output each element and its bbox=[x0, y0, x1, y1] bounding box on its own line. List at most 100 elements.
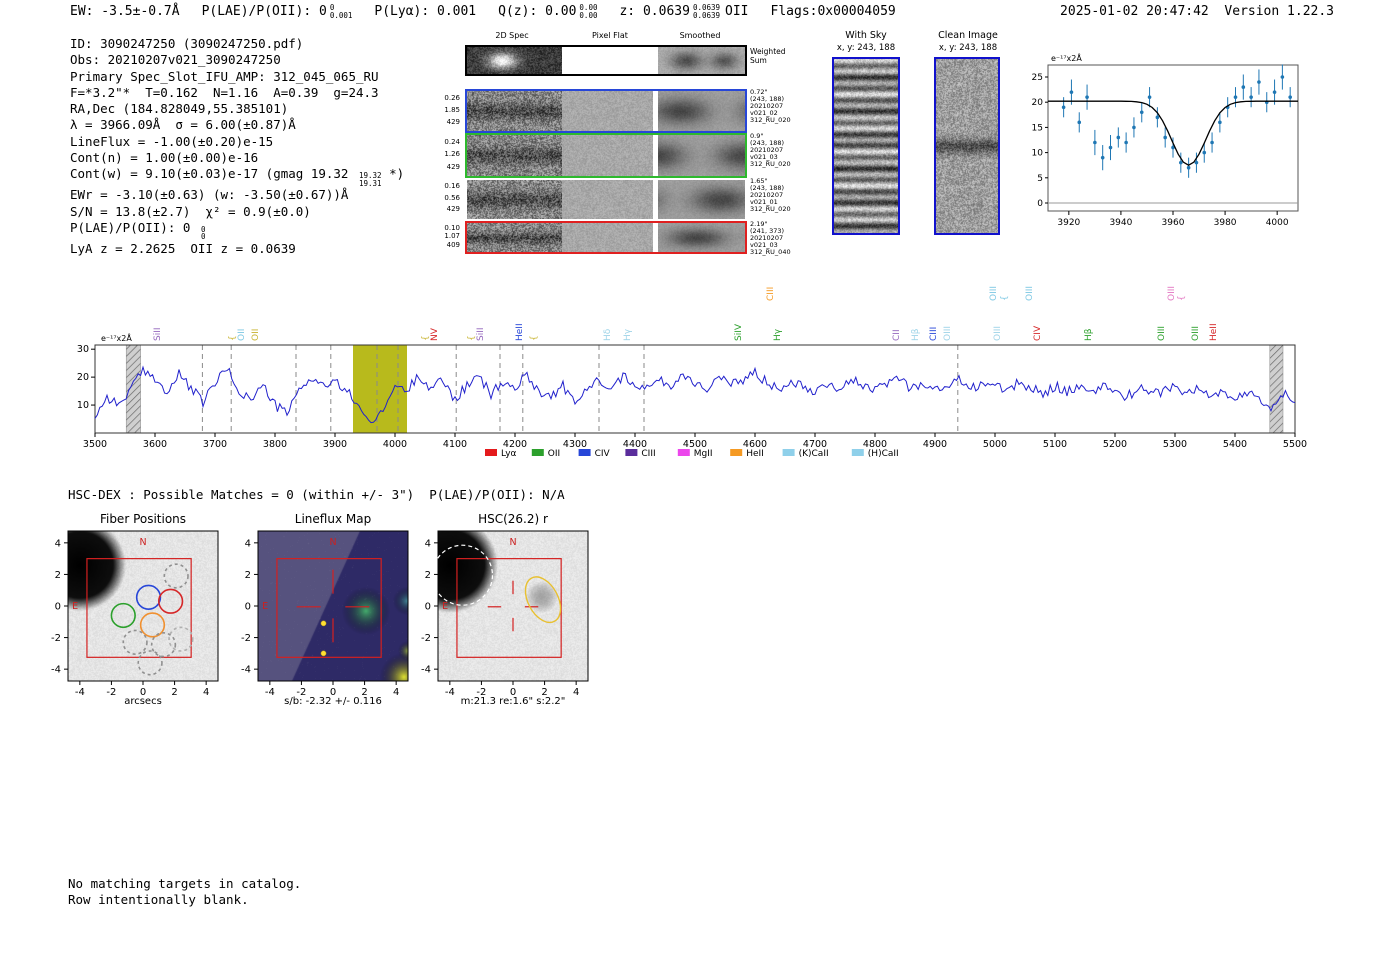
scale-value: 0.16 bbox=[444, 182, 460, 190]
axis-label: -4 bbox=[51, 665, 61, 676]
legend-swatch bbox=[677, 449, 690, 456]
pixelflat-image bbox=[562, 223, 653, 252]
axis-label: 2 bbox=[425, 570, 431, 581]
plae-errors: 0 0.001 bbox=[329, 3, 353, 20]
spectral-line-label: { bbox=[1000, 295, 1010, 301]
spectral-line-label: OII bbox=[237, 329, 247, 341]
east-marker: E bbox=[262, 601, 268, 612]
spectral-line-label: Hδ bbox=[603, 328, 613, 341]
detection-info-block: ID: 3090247250 (3090247250.pdf) Obs: 2021… bbox=[70, 36, 404, 257]
spectral-line-label: Hβ bbox=[1084, 328, 1094, 341]
spectral-line-label: { bbox=[1177, 295, 1187, 301]
spec2d-row bbox=[465, 178, 747, 221]
scale-value: 1.07 bbox=[444, 232, 460, 241]
bad-sky-hatch-region bbox=[1269, 344, 1284, 434]
fiber-circle bbox=[139, 612, 166, 638]
aperture-box bbox=[456, 558, 562, 658]
axis-label: 5000 bbox=[983, 439, 1007, 450]
hsc-panel-caption: m:21.3 re:1.6" s:2.2" bbox=[460, 696, 566, 707]
spec2d-row-annotation: 0.9" (243, 188) 20210207 v021_03 312_RU_… bbox=[750, 132, 791, 168]
legend-label: Lyα bbox=[501, 449, 517, 459]
data-point bbox=[1139, 110, 1144, 115]
axis-label: 3920 bbox=[1057, 218, 1080, 228]
east-marker: E bbox=[442, 601, 448, 612]
fiber-circle bbox=[110, 602, 136, 629]
axis-label: 4000 bbox=[1266, 218, 1289, 228]
axis-label: 5500 bbox=[1283, 439, 1307, 450]
scale-value: 0.26 bbox=[444, 94, 460, 102]
col-title-smoothed: Smoothed bbox=[679, 31, 721, 40]
axis-label: 5400 bbox=[1223, 439, 1247, 450]
data-point bbox=[1085, 95, 1089, 99]
fiber-circle bbox=[168, 626, 194, 652]
north-marker: N bbox=[139, 537, 146, 548]
legend-swatch bbox=[485, 449, 497, 456]
smoothed-image bbox=[658, 47, 745, 74]
info-line: Obs: 20210207v021_3090247250 bbox=[70, 52, 281, 68]
axis-label: 4 bbox=[245, 538, 251, 549]
spectral-line-label: { bbox=[530, 335, 540, 341]
data-point bbox=[1124, 140, 1128, 145]
extraction-dashed-circle bbox=[431, 544, 494, 606]
legend-label: HeII bbox=[746, 449, 764, 459]
spec2d-sum-row bbox=[465, 45, 747, 76]
clean-image-frame bbox=[934, 57, 1000, 235]
spectral-line-label: OII bbox=[251, 329, 261, 341]
scale-value: 429 bbox=[446, 205, 460, 214]
axis-label: 30 bbox=[77, 344, 89, 355]
lineflux-panel-caption: s/b: -2.32 +/- 0.116 bbox=[284, 696, 382, 707]
data-point bbox=[1249, 95, 1253, 99]
data-point bbox=[1163, 135, 1167, 140]
axis-label: 5300 bbox=[1163, 439, 1187, 450]
axis-label: -4 bbox=[421, 665, 431, 676]
legend-swatch bbox=[625, 449, 638, 456]
scale-value: 429 bbox=[446, 162, 460, 171]
aperture-box bbox=[86, 558, 192, 658]
spectral-line-label: OIII bbox=[943, 326, 953, 341]
elixer-report-page: EW: -3.5±-0.7Å P(LAE)/P(OII): 0 0 0.001 P… bbox=[0, 0, 1400, 953]
spec2d-row-scale-labels: 0.16 0.56 429 bbox=[430, 181, 460, 216]
spectral-line-label: SiII bbox=[476, 327, 486, 341]
data-point bbox=[1233, 95, 1238, 99]
info-line-text: P(LAE)/P(OII): 0 bbox=[70, 219, 198, 235]
legend-label: MgII bbox=[694, 449, 713, 459]
spec2d-row-scale-labels: 0.24 1.26 429 bbox=[430, 136, 460, 173]
axis-label: 4100 bbox=[443, 439, 467, 450]
spectral-line-label: HeII bbox=[1209, 323, 1219, 341]
qz-value: Q(z): 0.00 0.00 0.00 bbox=[498, 3, 598, 20]
full-spectrum-plot: 1020303500 3600 3700 3800 3900 4000 4100 4200 43… bbox=[77, 286, 1307, 459]
spec2d-row-annotation: 2.19" (241, 373) 20210207 v021_03 312_RU… bbox=[750, 220, 791, 256]
panel-frame bbox=[67, 530, 219, 682]
axis-label: 4300 bbox=[563, 439, 587, 450]
scale-value: 0.10 bbox=[444, 224, 460, 232]
spectral-line-label: CIII bbox=[929, 327, 939, 341]
pixelflat-image bbox=[562, 180, 653, 219]
data-point bbox=[1186, 165, 1191, 170]
data-point bbox=[1116, 135, 1121, 140]
north-marker: N bbox=[329, 537, 336, 548]
spectral-line-label: OIII bbox=[1157, 326, 1167, 341]
spectral-line-label: OIII bbox=[1191, 326, 1201, 341]
axis-label: -2 bbox=[241, 633, 251, 644]
zoom-data-points bbox=[1061, 64, 1292, 178]
scale-value: 1.26 bbox=[444, 150, 460, 159]
scale-value: 409 bbox=[446, 240, 460, 249]
spec2d-row bbox=[465, 89, 747, 133]
legend-swatch bbox=[851, 449, 864, 456]
data-point bbox=[1272, 90, 1277, 94]
smoothed-image bbox=[658, 91, 745, 131]
spectral-line-label: Hβ bbox=[911, 328, 921, 341]
smoothed-image bbox=[658, 223, 745, 252]
fiber-panel-xlabel: arcsecs bbox=[124, 696, 162, 707]
legend-label: (K)CaII bbox=[799, 449, 829, 459]
pixelflat-image bbox=[562, 91, 653, 131]
plae-poii-value: P(LAE)/P(OII): 0 0 0.001 bbox=[201, 3, 353, 20]
axis-label: 3600 bbox=[143, 439, 167, 450]
spectral-line-label: SiIV bbox=[734, 323, 744, 341]
north-marker: N bbox=[509, 537, 516, 548]
info-line: RA,Dec (184.828049,55.385101) bbox=[70, 101, 289, 117]
info-line: Cont(w) = 9.10(±0.03)e-17 (gmag 19.32 19… bbox=[70, 166, 404, 187]
axis-label: 10 bbox=[77, 400, 89, 411]
info-line: F=*3.2"* T=0.162 N=1.16 A=0.39 g=24.3 bbox=[70, 84, 379, 100]
info-line: EWr = -3.10(±0.63) (w: -3.50(±0.67))Å bbox=[70, 187, 349, 203]
